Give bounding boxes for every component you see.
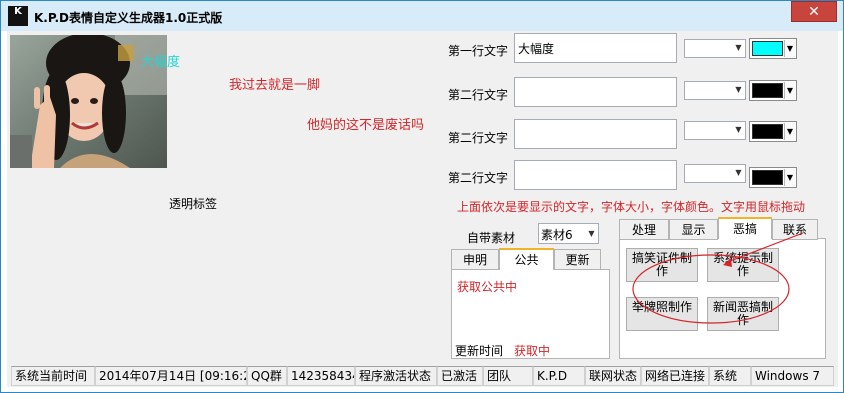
- status-system-value: Windows 7: [751, 366, 834, 386]
- window-title: K.P.D表情自定义生成器1.0正式版: [34, 11, 223, 25]
- row1-color-swatch: [752, 41, 783, 56]
- row1-color-picker[interactable]: ▼: [749, 38, 797, 59]
- status-system-label: 系统: [709, 366, 751, 386]
- material-label: 自带素材: [467, 231, 516, 245]
- row3-label: 第二行文字: [448, 131, 509, 145]
- instruction-hint: 上面依次是要显示的文字，字体大小，字体颜色。文字用鼠标拖动: [457, 200, 806, 214]
- status-activation-label: 程序激活状态: [355, 366, 437, 386]
- row2-label: 第二行文字: [448, 88, 509, 102]
- row2-color-swatch: [752, 83, 783, 98]
- app-logo-text: K: [14, 6, 22, 17]
- material-select[interactable]: 素材6 ▼: [538, 223, 599, 244]
- funny-id-button[interactable]: 搞笑证件制作: [626, 248, 698, 282]
- row2-color-picker[interactable]: ▼: [749, 80, 797, 101]
- status-network-value: 网络已连接: [641, 366, 709, 386]
- row3-color-swatch: [752, 124, 783, 139]
- tab-statement[interactable]: 申明: [451, 249, 499, 270]
- status-team-label: 团队: [483, 366, 533, 386]
- title-bar: K K.P.D表情自定义生成器1.0正式版 ✕: [1, 1, 843, 31]
- public-status-text: 获取公共中: [457, 280, 518, 294]
- sign-photo-button[interactable]: 举牌照制作: [626, 297, 698, 331]
- row4-text-input[interactable]: [514, 160, 677, 190]
- status-qq-value: 142358434: [287, 366, 355, 386]
- chevron-down-icon: ▼: [784, 123, 795, 140]
- status-activation-value: 已激活: [437, 366, 483, 386]
- status-team-value: K.P.D: [533, 366, 585, 386]
- chevron-down-icon: ▼: [735, 125, 742, 134]
- tab-process[interactable]: 处理: [619, 219, 669, 240]
- row2-size-select[interactable]: ▼: [684, 81, 746, 100]
- chevron-down-icon: ▼: [588, 229, 595, 238]
- row1-text-input[interactable]: [514, 33, 677, 63]
- system-prompt-button[interactable]: 系统提示制作: [707, 248, 779, 282]
- row4-color-picker[interactable]: ▼: [749, 167, 797, 188]
- row3-text-input[interactable]: [514, 119, 677, 149]
- photo-caption[interactable]: 大幅度: [141, 51, 180, 70]
- transparent-label: 透明标签: [169, 197, 218, 211]
- tab-display[interactable]: 显示: [669, 219, 718, 240]
- chevron-down-icon: ▼: [735, 43, 742, 52]
- tab-update[interactable]: 更新: [554, 249, 601, 270]
- tab-prank[interactable]: 恶搞: [718, 217, 772, 239]
- row3-size-select[interactable]: ▼: [684, 121, 746, 140]
- app-logo-icon: K: [8, 6, 28, 26]
- row1-label: 第一行文字: [448, 44, 509, 58]
- row2-text-input[interactable]: [514, 77, 677, 107]
- update-time-value: 获取中: [514, 344, 551, 358]
- chevron-down-icon: ▼: [784, 169, 795, 186]
- close-icon: ✕: [808, 4, 820, 20]
- update-time-label: 更新时间: [455, 344, 504, 358]
- material-selected-value: 素材6: [541, 228, 573, 242]
- close-button[interactable]: ✕: [791, 1, 837, 22]
- preview-text-line1[interactable]: 我过去就是一脚: [229, 74, 320, 93]
- chevron-down-icon: ▼: [735, 168, 742, 177]
- row4-label: 第二行文字: [448, 171, 509, 185]
- tab-public[interactable]: 公共: [499, 248, 554, 270]
- chevron-down-icon: ▼: [784, 40, 795, 57]
- row3-color-picker[interactable]: ▼: [749, 121, 797, 142]
- chevron-down-icon: ▼: [735, 85, 742, 94]
- tab-contact[interactable]: 联系: [772, 219, 818, 240]
- status-network-label: 联网状态: [585, 366, 641, 386]
- row1-size-select[interactable]: ▼: [684, 39, 746, 58]
- main-window: K K.P.D表情自定义生成器1.0正式版 ✕ 大幅度 我过去就是一脚 他妈的这…: [0, 0, 844, 393]
- row4-color-swatch: [752, 170, 783, 185]
- status-qq-label: QQ群: [247, 366, 287, 386]
- row4-size-select[interactable]: ▼: [684, 164, 746, 183]
- news-prank-button[interactable]: 新闻恶搞制作: [707, 297, 779, 331]
- chevron-down-icon: ▼: [784, 82, 795, 99]
- status-time-value: 2014年07月14日 [09:16:29]: [95, 366, 247, 386]
- preview-text-line2[interactable]: 他妈的这不是废话吗: [307, 114, 424, 133]
- status-time-label: 系统当前时间: [11, 366, 95, 386]
- status-bar: 系统当前时间 2014年07月14日 [09:16:29] QQ群 142358…: [7, 366, 838, 387]
